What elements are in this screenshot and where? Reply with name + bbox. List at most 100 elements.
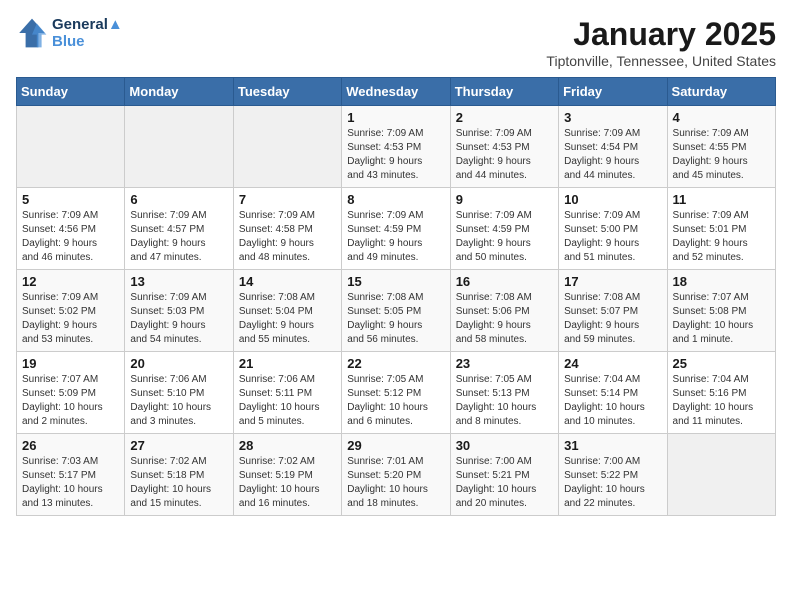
calendar-cell: 25 Sunrise: 7:04 AM Sunset: 5:16 PM Dayli…	[667, 352, 775, 434]
day-detail: Sunrise: 7:08 AM Sunset: 5:04 PM Dayligh…	[239, 291, 336, 347]
day-detail: Sunrise: 7:00 AM Sunset: 5:22 PM Dayligh…	[564, 455, 661, 511]
day-number: 22	[347, 356, 444, 371]
day-number: 18	[673, 274, 770, 289]
day-detail: Sunrise: 7:09 AM Sunset: 4:56 PM Dayligh…	[22, 209, 119, 265]
day-detail: Sunrise: 7:09 AM Sunset: 4:54 PM Dayligh…	[564, 127, 661, 183]
day-number: 1	[347, 110, 444, 125]
day-detail: Sunrise: 7:04 AM Sunset: 5:16 PM Dayligh…	[673, 373, 770, 429]
day-number: 13	[130, 274, 227, 289]
calendar: SundayMondayTuesdayWednesdayThursdayFrid…	[16, 77, 776, 516]
day-detail: Sunrise: 7:02 AM Sunset: 5:18 PM Dayligh…	[130, 455, 227, 511]
day-number: 19	[22, 356, 119, 371]
calendar-cell: 10Sunrise: 7:09 AM Sunset: 5:00 PM Dayli…	[559, 188, 667, 270]
calendar-cell: 9 Sunrise: 7:09 AM Sunset: 4:59 PM Daylig…	[450, 188, 558, 270]
day-number: 6	[130, 192, 227, 207]
day-detail: Sunrise: 7:07 AM Sunset: 5:09 PM Dayligh…	[22, 373, 119, 429]
calendar-cell: 4Sunrise: 7:09 AM Sunset: 4:55 PM Daylig…	[667, 106, 775, 188]
weekday-header-monday: Monday	[125, 78, 233, 106]
weekday-header-friday: Friday	[559, 78, 667, 106]
day-detail: Sunrise: 7:00 AM Sunset: 5:21 PM Dayligh…	[456, 455, 553, 511]
day-number: 16	[456, 274, 553, 289]
day-detail: Sunrise: 7:09 AM Sunset: 4:57 PM Dayligh…	[130, 209, 227, 265]
day-detail: Sunrise: 7:09 AM Sunset: 4:59 PM Dayligh…	[347, 209, 444, 265]
day-number: 5	[22, 192, 119, 207]
day-detail: Sunrise: 7:06 AM Sunset: 5:10 PM Dayligh…	[130, 373, 227, 429]
day-detail: Sunrise: 7:03 AM Sunset: 5:17 PM Dayligh…	[22, 455, 119, 511]
calendar-cell: 12Sunrise: 7:09 AM Sunset: 5:02 PM Dayli…	[17, 270, 125, 352]
day-detail: Sunrise: 7:05 AM Sunset: 5:12 PM Dayligh…	[347, 373, 444, 429]
calendar-cell: 11 Sunrise: 7:09 AM Sunset: 5:01 PM Dayli…	[667, 188, 775, 270]
day-number: 11	[673, 192, 770, 207]
calendar-cell: 21 Sunrise: 7:06 AM Sunset: 5:11 PM Dayli…	[233, 352, 341, 434]
week-row-4: 19 Sunrise: 7:07 AM Sunset: 5:09 PM Dayli…	[17, 352, 776, 434]
calendar-cell: 18 Sunrise: 7:07 AM Sunset: 5:08 PM Dayli…	[667, 270, 775, 352]
day-detail: Sunrise: 7:01 AM Sunset: 5:20 PM Dayligh…	[347, 455, 444, 511]
logo-text: General▲ Blue	[52, 16, 123, 50]
weekday-header-row: SundayMondayTuesdayWednesdayThursdayFrid…	[17, 78, 776, 106]
weekday-header-saturday: Saturday	[667, 78, 775, 106]
day-number: 9	[456, 192, 553, 207]
day-detail: Sunrise: 7:04 AM Sunset: 5:14 PM Dayligh…	[564, 373, 661, 429]
day-detail: Sunrise: 7:08 AM Sunset: 5:07 PM Dayligh…	[564, 291, 661, 347]
calendar-cell: 1Sunrise: 7:09 AM Sunset: 4:53 PM Daylig…	[342, 106, 450, 188]
page-header: General▲ Blue January 2025 Tiptonville, …	[16, 16, 776, 69]
calendar-cell: 19 Sunrise: 7:07 AM Sunset: 5:09 PM Dayli…	[17, 352, 125, 434]
weekday-header-tuesday: Tuesday	[233, 78, 341, 106]
calendar-cell: 6 Sunrise: 7:09 AM Sunset: 4:57 PM Daylig…	[125, 188, 233, 270]
day-detail: Sunrise: 7:09 AM Sunset: 4:55 PM Dayligh…	[673, 127, 770, 183]
day-detail: Sunrise: 7:09 AM Sunset: 5:01 PM Dayligh…	[673, 209, 770, 265]
day-detail: Sunrise: 7:09 AM Sunset: 4:58 PM Dayligh…	[239, 209, 336, 265]
location: Tiptonville, Tennessee, United States	[546, 53, 776, 69]
calendar-cell: 13 Sunrise: 7:09 AM Sunset: 5:03 PM Dayli…	[125, 270, 233, 352]
logo-icon	[16, 17, 48, 49]
calendar-cell: 20 Sunrise: 7:06 AM Sunset: 5:10 PM Dayli…	[125, 352, 233, 434]
day-detail: Sunrise: 7:08 AM Sunset: 5:05 PM Dayligh…	[347, 291, 444, 347]
day-detail: Sunrise: 7:09 AM Sunset: 4:59 PM Dayligh…	[456, 209, 553, 265]
day-number: 29	[347, 438, 444, 453]
day-detail: Sunrise: 7:07 AM Sunset: 5:08 PM Dayligh…	[673, 291, 770, 347]
day-detail: Sunrise: 7:08 AM Sunset: 5:06 PM Dayligh…	[456, 291, 553, 347]
day-number: 12	[22, 274, 119, 289]
calendar-cell: 29 Sunrise: 7:01 AM Sunset: 5:20 PM Dayli…	[342, 434, 450, 516]
weekday-header-sunday: Sunday	[17, 78, 125, 106]
calendar-cell: 2 Sunrise: 7:09 AM Sunset: 4:53 PM Daylig…	[450, 106, 558, 188]
day-detail: Sunrise: 7:05 AM Sunset: 5:13 PM Dayligh…	[456, 373, 553, 429]
day-detail: Sunrise: 7:09 AM Sunset: 5:00 PM Dayligh…	[564, 209, 661, 265]
day-detail: Sunrise: 7:09 AM Sunset: 4:53 PM Dayligh…	[456, 127, 553, 183]
calendar-cell: 7 Sunrise: 7:09 AM Sunset: 4:58 PM Daylig…	[233, 188, 341, 270]
week-row-2: 5 Sunrise: 7:09 AM Sunset: 4:56 PM Daylig…	[17, 188, 776, 270]
day-detail: Sunrise: 7:09 AM Sunset: 5:03 PM Dayligh…	[130, 291, 227, 347]
day-number: 3	[564, 110, 661, 125]
day-number: 31	[564, 438, 661, 453]
day-number: 14	[239, 274, 336, 289]
calendar-cell	[233, 106, 341, 188]
calendar-cell: 28Sunrise: 7:02 AM Sunset: 5:19 PM Dayli…	[233, 434, 341, 516]
day-number: 7	[239, 192, 336, 207]
day-detail: Sunrise: 7:06 AM Sunset: 5:11 PM Dayligh…	[239, 373, 336, 429]
day-number: 21	[239, 356, 336, 371]
weekday-header-wednesday: Wednesday	[342, 78, 450, 106]
calendar-cell: 26 Sunrise: 7:03 AM Sunset: 5:17 PM Dayli…	[17, 434, 125, 516]
calendar-cell: 27 Sunrise: 7:02 AM Sunset: 5:18 PM Dayli…	[125, 434, 233, 516]
day-number: 26	[22, 438, 119, 453]
week-row-3: 12Sunrise: 7:09 AM Sunset: 5:02 PM Dayli…	[17, 270, 776, 352]
day-number: 2	[456, 110, 553, 125]
calendar-cell: 24 Sunrise: 7:04 AM Sunset: 5:14 PM Dayli…	[559, 352, 667, 434]
day-number: 24	[564, 356, 661, 371]
day-number: 23	[456, 356, 553, 371]
day-number: 25	[673, 356, 770, 371]
calendar-cell: 17Sunrise: 7:08 AM Sunset: 5:07 PM Dayli…	[559, 270, 667, 352]
title-block: January 2025 Tiptonville, Tennessee, Uni…	[546, 16, 776, 69]
logo: General▲ Blue	[16, 16, 123, 50]
day-number: 28	[239, 438, 336, 453]
day-number: 27	[130, 438, 227, 453]
day-number: 8	[347, 192, 444, 207]
calendar-cell: 16 Sunrise: 7:08 AM Sunset: 5:06 PM Dayli…	[450, 270, 558, 352]
calendar-cell: 22 Sunrise: 7:05 AM Sunset: 5:12 PM Dayli…	[342, 352, 450, 434]
day-number: 20	[130, 356, 227, 371]
weekday-header-thursday: Thursday	[450, 78, 558, 106]
calendar-cell	[125, 106, 233, 188]
calendar-cell: 15Sunrise: 7:08 AM Sunset: 5:05 PM Dayli…	[342, 270, 450, 352]
calendar-cell	[667, 434, 775, 516]
week-row-5: 26 Sunrise: 7:03 AM Sunset: 5:17 PM Dayli…	[17, 434, 776, 516]
